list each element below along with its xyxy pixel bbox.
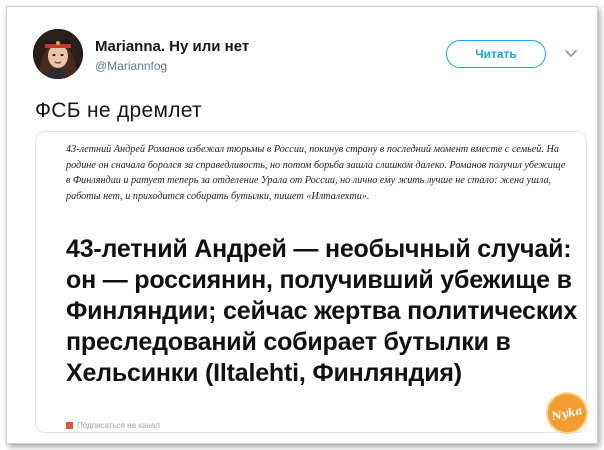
link-card[interactable]: 43-летний Андрей Романов избежал тюрьмы … (35, 131, 587, 433)
chevron-down-icon[interactable] (563, 45, 579, 61)
card-footer: Подписаться на канал (66, 421, 246, 431)
follow-button[interactable]: Читать (446, 40, 546, 68)
article-lead: 43-летний Андрей Романов избежал тюрьмы … (66, 144, 566, 202)
source-icon (66, 422, 73, 429)
article-headline: 43-летний Андрей — необычный случай: он … (66, 235, 578, 387)
author-name[interactable]: Marianna. Ну или нет (95, 38, 249, 55)
author-handle[interactable]: @Mariannfog (95, 59, 167, 73)
tweet-text: ФСБ не дремлет (35, 99, 202, 122)
screenshot-frame: Marianna. Ну или нет @Mariannfog Читать … (6, 6, 598, 444)
watermark-text: Nyka (550, 403, 584, 423)
avatar[interactable] (33, 29, 83, 79)
card-footer-text: Подписаться на канал (77, 421, 160, 430)
avatar-image (33, 29, 83, 79)
